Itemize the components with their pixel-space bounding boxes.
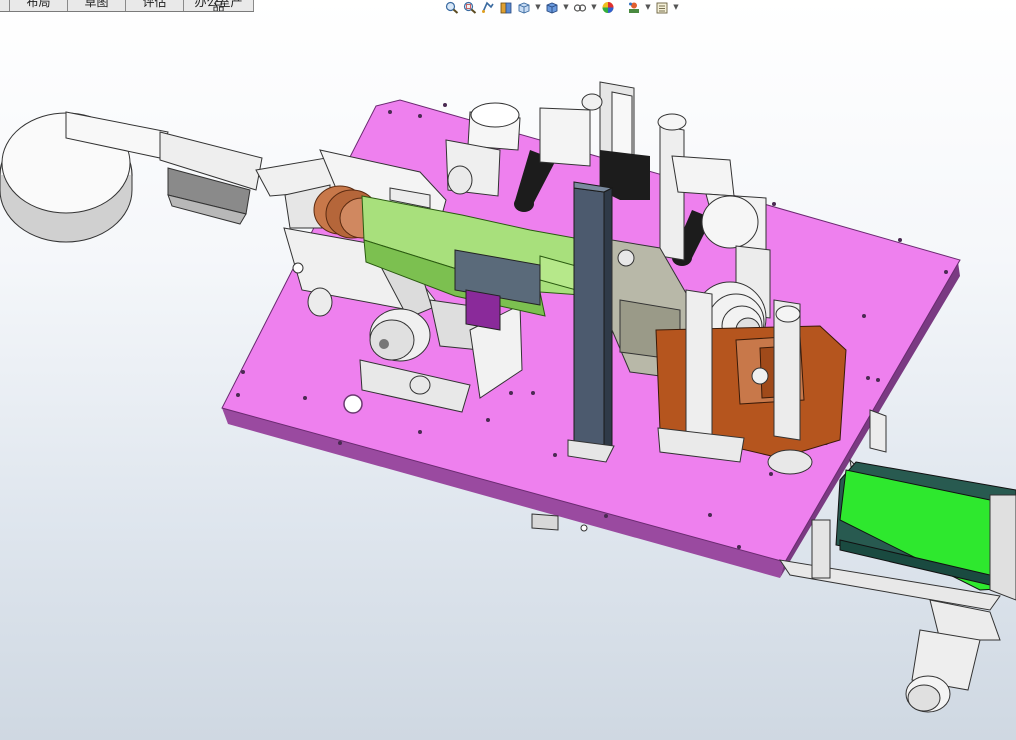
- section-view-icon[interactable]: [498, 1, 514, 14]
- apply-scene-caret-icon[interactable]: ▼: [644, 1, 652, 14]
- hide-show-items-icon[interactable]: [572, 1, 588, 14]
- tab-evaluate[interactable]: 评估: [126, 0, 184, 11]
- conveyor-motor: [905, 599, 1001, 713]
- hide-show-items-caret-icon[interactable]: ▼: [590, 1, 598, 14]
- display-style-icon[interactable]: [544, 1, 560, 14]
- zoom-to-fit-icon[interactable]: [444, 1, 460, 14]
- edit-appearance-icon[interactable]: [600, 1, 616, 14]
- view-orientation-caret-icon[interactable]: ▼: [534, 1, 542, 14]
- tab-office-products[interactable]: 办公室产品: [184, 0, 254, 11]
- tab-layout[interactable]: 布局: [10, 0, 68, 11]
- feed-guide: [159, 131, 341, 229]
- tab-sketch[interactable]: 草图: [68, 0, 126, 11]
- view-settings-caret-icon[interactable]: ▼: [672, 1, 680, 14]
- view-orientation-icon[interactable]: [516, 1, 532, 14]
- tab-features[interactable]: [0, 0, 10, 11]
- vertical-column: [567, 181, 615, 463]
- display-style-caret-icon[interactable]: ▼: [562, 1, 570, 14]
- view-settings-icon[interactable]: [654, 1, 670, 14]
- previous-view-icon[interactable]: [480, 1, 496, 14]
- apply-scene-icon[interactable]: [626, 1, 642, 14]
- graphics-area[interactable]: 布局 草图 评估 办公室产品 ▼ ▼ ▼ ▼ ▼: [0, 0, 1016, 740]
- heads-up-view-toolbar: ▼ ▼ ▼ ▼ ▼: [444, 0, 680, 14]
- command-manager-tabs: 布局 草图 评估 办公室产品: [0, 0, 254, 12]
- feed-reel: [0, 111, 169, 243]
- zoom-to-area-icon[interactable]: [462, 1, 478, 14]
- assembly-model[interactable]: [0, 0, 1016, 740]
